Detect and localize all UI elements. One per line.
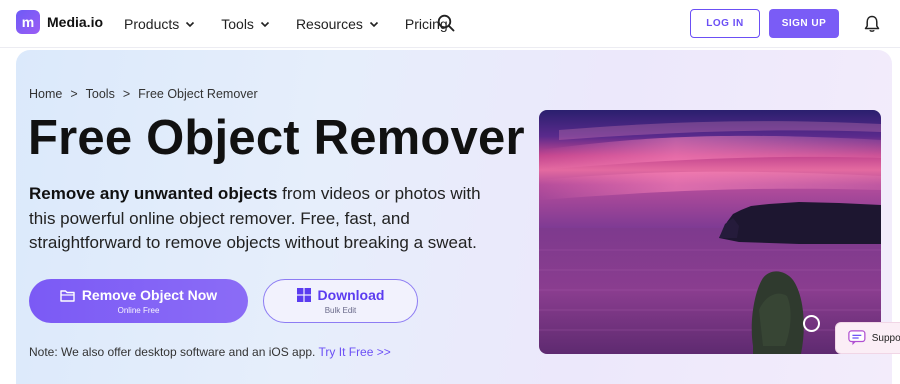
hero-description-bold: Remove any unwanted objects bbox=[29, 184, 278, 203]
remove-object-now-button[interactable]: Remove Object Now Online Free bbox=[29, 279, 248, 323]
windows-icon bbox=[296, 288, 311, 302]
download-button[interactable]: Download Bulk Edit bbox=[263, 279, 418, 323]
signup-button[interactable]: SIGN UP bbox=[769, 9, 839, 38]
sunset-sea-photo bbox=[539, 110, 881, 354]
bell-icon[interactable] bbox=[864, 15, 880, 33]
support-label: Suppor bbox=[871, 332, 900, 344]
menu-item-label: Resources bbox=[295, 16, 363, 32]
main-menu: Products Tools Resources Pricing bbox=[124, 0, 474, 48]
hero-description: Remove any unwanted objects from videos … bbox=[29, 182, 509, 256]
desktop-note: Note: We also offer desktop software and… bbox=[29, 345, 391, 359]
note-text: Note: We also offer desktop software and… bbox=[29, 345, 319, 359]
remove-object-now-label: Remove Object Now bbox=[81, 287, 218, 303]
selection-circle-icon[interactable] bbox=[803, 315, 820, 332]
chevron-down-icon bbox=[260, 21, 270, 28]
menu-item-label: Products bbox=[124, 16, 180, 32]
search-icon[interactable] bbox=[437, 14, 455, 32]
download-label: Download bbox=[317, 287, 385, 303]
menu-item-resources[interactable]: Resources bbox=[296, 16, 379, 32]
logo-text: Media.io bbox=[47, 14, 104, 30]
chevron-down-icon bbox=[186, 21, 195, 28]
logo[interactable]: m Media.io bbox=[16, 10, 103, 34]
menu-item-products[interactable]: Products bbox=[124, 16, 195, 32]
chevron-down-icon bbox=[369, 21, 378, 28]
breadcrumb-home[interactable]: Home bbox=[29, 87, 62, 101]
top-nav: m Media.io Products Tools Resources Pric… bbox=[0, 0, 900, 48]
breadcrumb-current: Free Object Remover bbox=[138, 87, 258, 101]
breadcrumb: Home > Tools > Free Object Remover bbox=[29, 87, 258, 101]
try-it-free-link[interactable]: Try It Free >> bbox=[319, 345, 391, 359]
page-title: Free Object Remover bbox=[28, 111, 525, 165]
menu-item-label: Tools bbox=[221, 16, 254, 32]
breadcrumb-tools[interactable]: Tools bbox=[86, 87, 115, 101]
login-button[interactable]: LOG IN bbox=[690, 9, 760, 38]
bulk-edit-label: Bulk Edit bbox=[324, 306, 357, 315]
menu-item-tools[interactable]: Tools bbox=[221, 16, 270, 32]
breadcrumb-separator: > bbox=[70, 87, 78, 101]
chat-icon bbox=[848, 330, 866, 346]
folder-icon bbox=[60, 289, 75, 302]
logo-mark: m bbox=[16, 10, 40, 34]
online-free-label: Online Free bbox=[117, 306, 160, 315]
support-widget[interactable]: Suppor bbox=[835, 322, 900, 354]
breadcrumb-separator: > bbox=[122, 87, 131, 101]
